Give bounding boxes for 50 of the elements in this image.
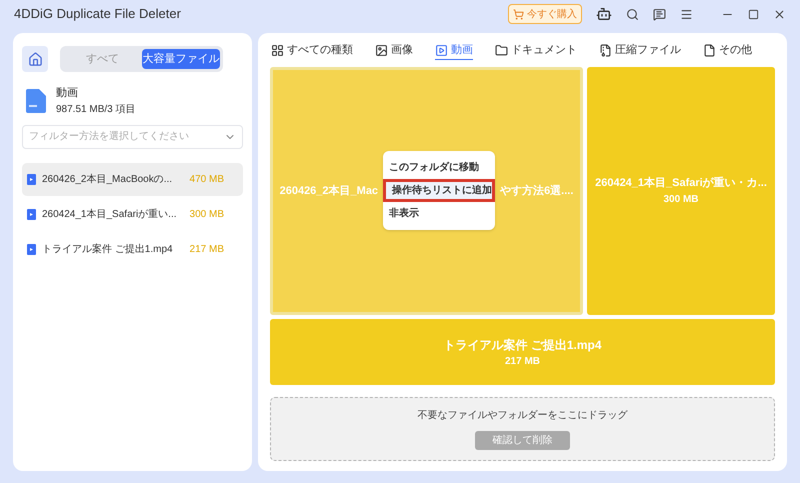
category-tab[interactable]: ドキュメント (495, 42, 577, 60)
cart-icon (513, 8, 524, 20)
tile-size: 300 MB (663, 192, 698, 207)
category-tab[interactable]: すべての種類 (271, 42, 353, 60)
image-icon (375, 44, 388, 57)
category-tab[interactable]: 動画 (435, 42, 473, 60)
category-tab[interactable]: 圧縮ファイル (599, 42, 681, 60)
category-name: 動画 (56, 86, 79, 101)
file-list-item[interactable]: 260426_2本目_MacBookの... 470 MB (22, 162, 243, 196)
filter-placeholder: フィルター方法を選択してください (29, 130, 189, 144)
feedback-icon[interactable] (653, 8, 666, 20)
category-tab[interactable]: その他 (703, 42, 752, 60)
archive-icon (599, 44, 612, 57)
tile-label: 260424_1本目_Safariが重い・カ... (595, 176, 767, 192)
home-icon (28, 52, 42, 66)
segment-tab[interactable]: 大容量ファイル (142, 49, 220, 69)
grid-icon (271, 44, 284, 57)
file-name: 260426_2本目_MacBookの... (42, 172, 172, 186)
tile-label: トライアル案件 ご提出1.mp4 (443, 336, 602, 354)
maximize-icon[interactable] (748, 8, 759, 20)
robot-icon[interactable] (596, 6, 612, 22)
document-icon (26, 88, 46, 113)
file-size: 300 MB (190, 208, 224, 222)
category-summary: 987.51 MB/3 項目 (56, 102, 136, 116)
treemap-tile[interactable]: 260426_2本目_Mac このフォルダに移動 操作待ちリストに追加 非表示 やす方法6選.... (270, 67, 583, 315)
category-tab[interactable]: 画像 (375, 42, 413, 60)
close-icon[interactable] (773, 8, 786, 20)
play-icon (435, 44, 448, 57)
folder-icon (495, 44, 508, 57)
menu-item[interactable]: 操作待ちリストに追加 (383, 179, 496, 202)
file-name: トライアル案件 ご提出1.mp4 (42, 242, 173, 256)
file-list-item[interactable]: 260424_1本目_Safariが重い... 300 MB (22, 198, 243, 230)
tile-label: やす方法6選.... (500, 184, 574, 199)
tile-label: 260426_2本目_Mac (280, 184, 378, 199)
search-icon[interactable] (626, 8, 639, 20)
file-size: 217 MB (190, 242, 224, 256)
drop-hint: 不要なファイルやフォルダーをここにドラッグ (418, 409, 628, 423)
file-icon (703, 44, 716, 57)
menu-item[interactable]: このフォルダに移動 (383, 156, 496, 179)
tile-size: 217 MB (504, 354, 540, 368)
video-file-icon (27, 244, 36, 254)
file-list-item[interactable]: トライアル案件 ご提出1.mp4 217 MB (22, 232, 243, 266)
home-button[interactable] (22, 46, 48, 72)
window-title: 4DDiG Duplicate File Deleter (14, 5, 181, 24)
menu-item[interactable]: 非表示 (383, 202, 496, 225)
menu-icon[interactable] (680, 8, 693, 20)
file-name: 260424_1本目_Safariが重い... (42, 208, 177, 222)
video-file-icon (27, 174, 36, 184)
video-file-icon (27, 208, 36, 220)
file-size: 470 MB (190, 172, 224, 186)
